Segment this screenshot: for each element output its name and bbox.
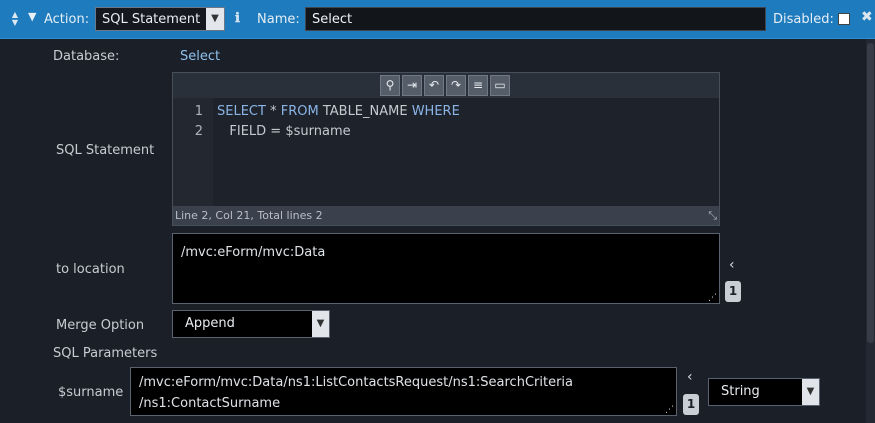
sql-editor: ⚲ ⇥ ↶ ↷ ≡ ▭ 1 2 SELECT * FROM TABLE_NAME… [172,72,720,226]
search-icon[interactable]: ⚲ [380,75,400,96]
select-arrow-icon[interactable]: ▼ [312,311,329,337]
database-value[interactable]: Select [180,49,220,64]
info-icon[interactable]: ℹ [235,11,245,26]
vertical-scrollbar[interactable] [866,39,875,423]
editor-status: Line 2, Col 21, Total lines 2 [173,206,719,225]
to-location-input[interactable]: /mvc:eForm/mvc:Data ⋰ [172,233,720,304]
parameter-name: $surname [58,385,124,400]
line-gutter: 1 2 [173,98,213,206]
count-badge[interactable]: 1 [725,281,741,302]
code-line: SELECT * FROM TABLE_NAME WHERE [217,104,460,119]
action-select[interactable]: SQL Statement ▼ [95,7,225,31]
name-label: Name: [257,12,300,27]
count-badge[interactable]: 1 [683,394,699,415]
parameter-value-input[interactable]: /mvc:eForm/mvc:Data/ns1:ListContactsRequ… [130,367,677,416]
resize-grip-icon[interactable]: ⋰ [708,294,717,303]
merge-option-value: Append [185,316,235,331]
parameter-type-select[interactable]: String ▼ [708,378,820,406]
chevron-left-icon[interactable]: ‹ [729,257,735,273]
parameter-value-line: /mvc:eForm/mvc:Data/ns1:ListContactsRequ… [139,375,573,390]
merge-option-label: Merge Option [56,318,145,333]
action-select-value: SQL Statement [102,12,201,27]
close-icon[interactable]: ✖ [861,9,873,25]
login-icon[interactable]: ⇥ [402,75,422,96]
sql-parameters-label: SQL Parameters [53,346,158,361]
to-location-label: to location [56,262,125,277]
fullscreen-icon[interactable]: ▭ [490,75,510,96]
sql-statement-label: SQL Statement [56,143,155,158]
code-area[interactable]: 1 2 SELECT * FROM TABLE_NAME WHERE FIELD… [173,98,719,206]
editor-toolbar: ⚲ ⇥ ↶ ↷ ≡ ▭ [380,75,510,96]
sort-handle-icon[interactable]: ▲ ▼ [9,11,21,28]
parameter-type-value: String [721,384,760,399]
format-icon[interactable]: ≡ [468,75,488,96]
chevron-down-icon[interactable]: ▼ [28,10,36,23]
line-number: 2 [194,124,203,139]
redo-icon[interactable]: ↷ [446,75,466,96]
chevron-left-icon[interactable]: ‹ [687,369,693,385]
disabled-checkbox[interactable] [838,13,850,25]
parameter-value-line: /ns1:ContactSurname [139,396,281,411]
to-location-value: /mvc:eForm/mvc:Data [181,245,326,260]
code-line: FIELD = $surname [217,124,351,139]
name-input[interactable]: Select [305,7,766,31]
expand-icon[interactable]: ⤡ [708,209,717,223]
select-arrow-icon[interactable]: ▼ [802,379,819,405]
resize-grip-icon[interactable]: ⋰ [665,406,674,415]
select-arrow-icon[interactable]: ▼ [206,8,224,30]
database-label: Database: [53,49,120,64]
action-label: Action: [44,12,90,27]
merge-option-select[interactable]: Append ▼ [172,310,330,338]
scrollbar-thumb[interactable] [867,43,874,343]
line-number: 1 [194,104,203,119]
action-header-bar: ▲ ▼ ▼ Action: SQL Statement ▼ ℹ Name: Sel… [0,0,875,39]
undo-icon[interactable]: ↶ [424,75,444,96]
disabled-label: Disabled: [773,12,834,27]
